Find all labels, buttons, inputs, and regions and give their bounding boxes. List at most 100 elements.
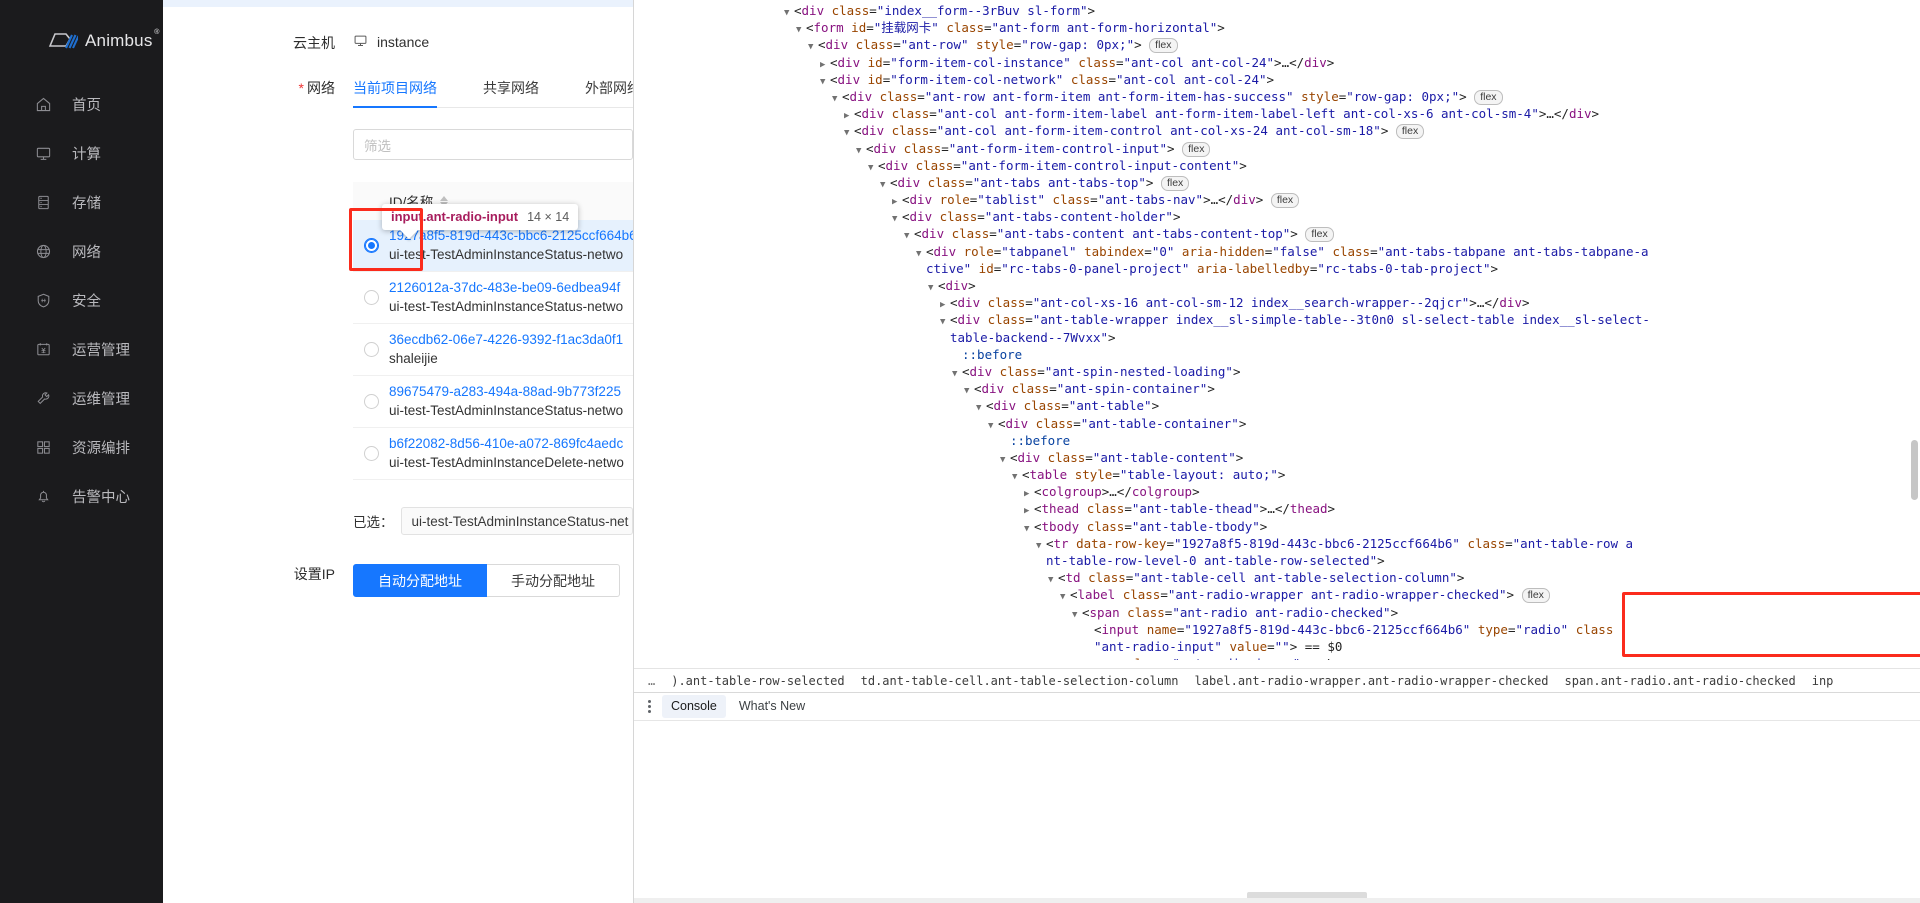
dom-tree-line[interactable]: ▼<div class="ant-form-item-control-input… — [634, 157, 1920, 174]
tab-current-project-network[interactable]: 当前项目网络 — [353, 78, 437, 107]
dom-tree-line[interactable]: table-backend--7Wvxx"> — [634, 329, 1920, 346]
chevron-down-icon[interactable]: ▼ — [820, 74, 830, 91]
flex-badge[interactable]: flex — [1182, 142, 1210, 157]
dom-tree-line[interactable]: ▼<div role="tabpanel" tabindex="0" aria-… — [634, 243, 1920, 260]
dom-tree-line[interactable]: ▶<div role="tablist" class="ant-tabs-nav… — [634, 191, 1920, 208]
radio-button[interactable] — [364, 238, 379, 253]
row-id[interactable]: 2126012a-37dc-483e-be09-6edbea94f — [389, 278, 623, 297]
chevron-down-icon[interactable]: ▼ — [964, 383, 974, 400]
chevron-right-icon[interactable]: ▶ — [1072, 658, 1082, 660]
dom-tree-line[interactable]: ::before — [634, 432, 1920, 449]
dom-tree-line[interactable]: ▼<div class="ant-form-item-control-input… — [634, 140, 1920, 157]
chevron-down-icon[interactable]: ▼ — [796, 22, 806, 39]
table-row[interactable]: b6f22082-8d56-410e-a072-869fc4aedc ui-te… — [353, 428, 633, 480]
chevron-down-icon[interactable]: ▼ — [928, 280, 938, 297]
dom-tree-line[interactable]: ▼<div class="ant-table-wrapper index__sl… — [634, 311, 1920, 328]
chevron-down-icon[interactable]: ▼ — [1048, 572, 1058, 589]
chevron-down-icon[interactable]: ▼ — [1024, 521, 1034, 538]
manual-allocate-address-button[interactable]: 手动分配地址 — [487, 564, 620, 597]
tab-external-network[interactable]: 外部网络 — [585, 78, 633, 107]
row-radio-cell[interactable] — [353, 238, 389, 253]
breadcrumb-item-current[interactable]: inp — [1804, 674, 1842, 688]
chevron-down-icon[interactable]: ▼ — [784, 5, 794, 22]
row-radio-cell[interactable] — [353, 446, 389, 461]
dom-tree-line[interactable]: ▼<label class="ant-radio-wrapper ant-rad… — [634, 586, 1920, 603]
radio-button[interactable] — [364, 342, 379, 357]
sidebar-item-network[interactable]: 网络 — [0, 227, 163, 276]
sidebar-item-storage[interactable]: 存储 — [0, 178, 163, 227]
sidebar-item-orchestration[interactable]: 资源编排 — [0, 423, 163, 472]
dom-tree-line[interactable]: ▶<colgroup>…</colgroup> — [634, 483, 1920, 500]
breadcrumb-ellipsis[interactable]: … — [640, 674, 663, 688]
breadcrumb-item[interactable]: ).ant-table-row-selected — [663, 674, 852, 688]
chevron-down-icon[interactable]: ▼ — [856, 143, 866, 160]
radio-button[interactable] — [364, 290, 379, 305]
radio-button[interactable] — [364, 394, 379, 409]
dom-tree-line[interactable]: ▶<thead class="ant-table-thead">…</thead… — [634, 500, 1920, 517]
flex-badge[interactable]: flex — [1161, 176, 1189, 191]
dom-tree-line[interactable]: ▼<div class="ant-tabs-content-holder"> — [634, 208, 1920, 225]
horizontal-scrollbar[interactable] — [634, 898, 1920, 903]
tab-shared-network[interactable]: 共享网络 — [483, 78, 539, 107]
flex-badge[interactable]: flex — [1474, 90, 1502, 105]
chevron-down-icon[interactable]: ▼ — [1072, 607, 1082, 624]
breadcrumb-item[interactable]: label.ant-radio-wrapper.ant-radio-wrappe… — [1187, 674, 1557, 688]
dom-tree-scrollbar[interactable] — [1911, 440, 1918, 500]
dom-tree-line[interactable]: ▶<div id="form-item-col-instance" class=… — [634, 54, 1920, 71]
dom-tree-line[interactable]: ▼<div class="ant-table-container"> — [634, 415, 1920, 432]
dom-tree-line[interactable]: ▼<div class="ant-table-content"> — [634, 449, 1920, 466]
flex-badge[interactable]: flex — [1522, 588, 1550, 603]
dom-tree-line[interactable]: ▶<div class="ant-col-xs-16 ant-col-sm-12… — [634, 294, 1920, 311]
chevron-down-icon[interactable]: ▼ — [988, 418, 998, 435]
breadcrumb-item[interactable]: td.ant-table-cell.ant-table-selection-co… — [853, 674, 1187, 688]
dom-tree-line[interactable]: <input name="1927a8f5-819d-443c-bbc6-212… — [634, 621, 1920, 638]
chevron-down-icon[interactable]: ▼ — [880, 177, 890, 194]
row-id[interactable]: 36ecdb62-06e7-4226-9392-f1ac3da0f1 — [389, 330, 623, 349]
dom-tree-line[interactable]: ▼<div class="ant-col ant-form-item-contr… — [634, 122, 1920, 139]
chevron-down-icon[interactable]: ▼ — [904, 228, 914, 245]
table-row[interactable]: 89675479-a283-494a-88ad-9b773f225 ui-tes… — [353, 376, 633, 428]
flex-badge[interactable]: flex — [1271, 193, 1299, 208]
breadcrumb-item[interactable]: span.ant-radio.ant-radio-checked — [1557, 674, 1804, 688]
chevron-down-icon[interactable]: ▼ — [844, 125, 854, 142]
tab-whats-new[interactable]: What's New — [730, 695, 814, 718]
dom-tree-line[interactable]: ▼<tr data-row-key="1927a8f5-819d-443c-bb… — [634, 535, 1920, 552]
dom-tree-line[interactable]: ::before — [634, 346, 1920, 363]
sidebar-item-alerts[interactable]: 告警中心 — [0, 472, 163, 521]
table-row[interactable]: 36ecdb62-06e7-4226-9392-f1ac3da0f1 shale… — [353, 324, 633, 376]
dom-tree-line[interactable]: nt-table-row-level-0 ant-table-row-selec… — [634, 552, 1920, 569]
sidebar-item-compute[interactable]: 计算 — [0, 129, 163, 178]
row-radio-cell[interactable] — [353, 342, 389, 357]
chevron-down-icon[interactable]: ▼ — [976, 400, 986, 417]
dom-tree-line[interactable]: ▼<div class="ant-spin-container"> — [634, 380, 1920, 397]
chevron-down-icon[interactable]: ▼ — [868, 160, 878, 177]
flex-badge[interactable]: flex — [1305, 227, 1333, 242]
dom-tree-line[interactable]: "ant-radio-input" value=""> == $0 — [634, 638, 1920, 655]
chevron-down-icon[interactable]: ▼ — [808, 39, 818, 56]
row-radio-cell[interactable] — [353, 394, 389, 409]
dom-tree-line[interactable]: ▼<div> — [634, 277, 1920, 294]
chevron-down-icon[interactable]: ▼ — [1060, 589, 1070, 606]
dom-tree-line[interactable]: ▼<td class="ant-table-cell ant-table-sel… — [634, 569, 1920, 586]
flex-badge[interactable]: flex — [1149, 38, 1177, 53]
table-row[interactable]: 2126012a-37dc-483e-be09-6edbea94f ui-tes… — [353, 272, 633, 324]
dom-tree-line[interactable]: ▼<form id="挂载网卡" class="ant-form ant-for… — [634, 19, 1920, 36]
sidebar-item-maintenance[interactable]: 运维管理 — [0, 374, 163, 423]
row-id[interactable]: 89675479-a283-494a-88ad-9b773f225 — [389, 382, 623, 401]
radio-button[interactable] — [364, 446, 379, 461]
chevron-down-icon[interactable]: ▼ — [1012, 469, 1022, 486]
chevron-down-icon[interactable]: ▼ — [832, 91, 842, 108]
dom-tree-line[interactable]: ▼<div class="ant-tabs ant-tabs-top"> fle… — [634, 174, 1920, 191]
sidebar-item-security[interactable]: 安全 — [0, 276, 163, 325]
dom-tree-line[interactable]: ▶<div class="ant-col ant-form-item-label… — [634, 105, 1920, 122]
auto-allocate-address-button[interactable]: 自动分配地址 — [353, 564, 487, 597]
chevron-down-icon[interactable]: ▼ — [952, 366, 962, 383]
dom-tree-line[interactable]: ▼<table style="table-layout: auto;"> — [634, 466, 1920, 483]
sidebar-item-operations[interactable]: 运营管理 — [0, 325, 163, 374]
dom-tree-line[interactable]: ctive" id="rc-tabs-0-panel-project" aria… — [634, 260, 1920, 277]
flex-badge[interactable]: flex — [1396, 124, 1424, 139]
dom-tree-line[interactable]: ▼<div class="ant-spin-nested-loading"> — [634, 363, 1920, 380]
dom-tree-line[interactable]: ▶<span class="ant-radio-inner">…</span> — [634, 655, 1920, 660]
dom-tree-line[interactable]: ▼<tbody class="ant-table-tbody"> — [634, 518, 1920, 535]
chevron-down-icon[interactable]: ▼ — [892, 211, 902, 228]
